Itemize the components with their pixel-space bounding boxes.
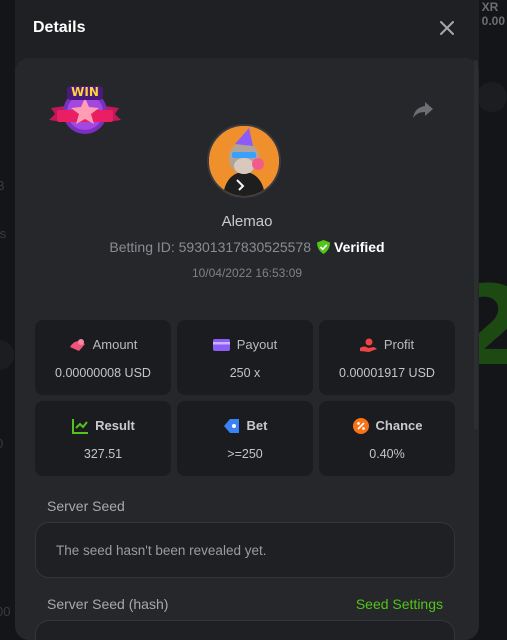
- bet-details-card: WIN Alemao Betting ID: 59301317830525578: [15, 58, 479, 640]
- player-username[interactable]: Alemao: [15, 213, 479, 230]
- shield-check-icon: [317, 240, 331, 254]
- chart-check-icon: [71, 417, 89, 435]
- stat-value: 0.00000008 USD: [55, 365, 151, 380]
- betting-id-row: Betting ID: 59301317830525578 Verified: [15, 239, 479, 255]
- server-seed-hash-field[interactable]: [35, 620, 455, 640]
- verified-label: Verified: [334, 239, 385, 255]
- tag-icon: [223, 417, 241, 435]
- stat-tile-chance: Chance 0.40%: [319, 401, 455, 476]
- modal-scrollbar[interactable]: [474, 60, 478, 430]
- stat-label: Profit: [383, 337, 415, 352]
- bg-fragment: 00: [0, 604, 11, 619]
- bg-fragment: ts: [0, 226, 7, 241]
- bg-circle: [477, 82, 507, 112]
- stats-grid: Amount 0.00000008 USD Payout 250 x Profi…: [35, 320, 455, 476]
- wallet-icon: [213, 336, 231, 354]
- bg-top-right-text: XR 0.00: [481, 0, 505, 28]
- server-seed-label: Server Seed: [47, 498, 125, 514]
- server-seed-field[interactable]: The seed hasn't been revealed yet.: [35, 522, 455, 578]
- stat-tile-amount: Amount 0.00000008 USD: [35, 320, 171, 395]
- stat-value: 327.51: [83, 446, 123, 461]
- hand-coin-icon: [360, 336, 378, 354]
- stat-label: Amount: [92, 337, 138, 352]
- verified-badge: Verified: [317, 239, 385, 255]
- stat-tile-payout: Payout 250 x: [177, 320, 313, 395]
- close-icon[interactable]: [435, 16, 459, 40]
- stat-label: Bet: [246, 418, 268, 433]
- stat-label: Chance: [375, 418, 423, 433]
- seed-settings-link[interactable]: Seed Settings: [356, 596, 443, 612]
- bet-timestamp: 10/04/2022 16:53:09: [191, 266, 303, 280]
- stat-label: Result: [95, 418, 135, 433]
- share-icon[interactable]: [411, 98, 435, 122]
- stat-value: >=250: [227, 446, 263, 461]
- stat-label: Payout: [236, 337, 278, 352]
- stat-tile-profit: Profit 0.00001917 USD: [319, 320, 455, 395]
- bg-circle: [0, 340, 14, 370]
- server-seed-hash-label: Server Seed (hash): [47, 596, 169, 612]
- modal-title: Details: [33, 19, 86, 36]
- stat-tile-bet: Bet >=250: [177, 401, 313, 476]
- stat-value: 0.40%: [369, 446, 405, 461]
- stat-value: 250 x: [229, 365, 261, 380]
- betting-id: Betting ID: 59301317830525578: [109, 239, 312, 255]
- avatar[interactable]: [207, 124, 281, 198]
- bg-fragment: B: [0, 178, 5, 193]
- modal-header: Details: [15, 0, 479, 56]
- stat-tile-result: Result 327.51: [35, 401, 171, 476]
- percent-icon: [352, 417, 370, 435]
- stat-value: 0.00001917 USD: [339, 365, 435, 380]
- win-badge-icon: WIN: [49, 84, 121, 138]
- details-modal: Details WIN Alemao Betting ID: 593013178…: [15, 0, 479, 640]
- coins-icon: [69, 336, 87, 354]
- win-badge-label: WIN: [71, 85, 99, 99]
- bg-fragment: 0: [0, 436, 3, 451]
